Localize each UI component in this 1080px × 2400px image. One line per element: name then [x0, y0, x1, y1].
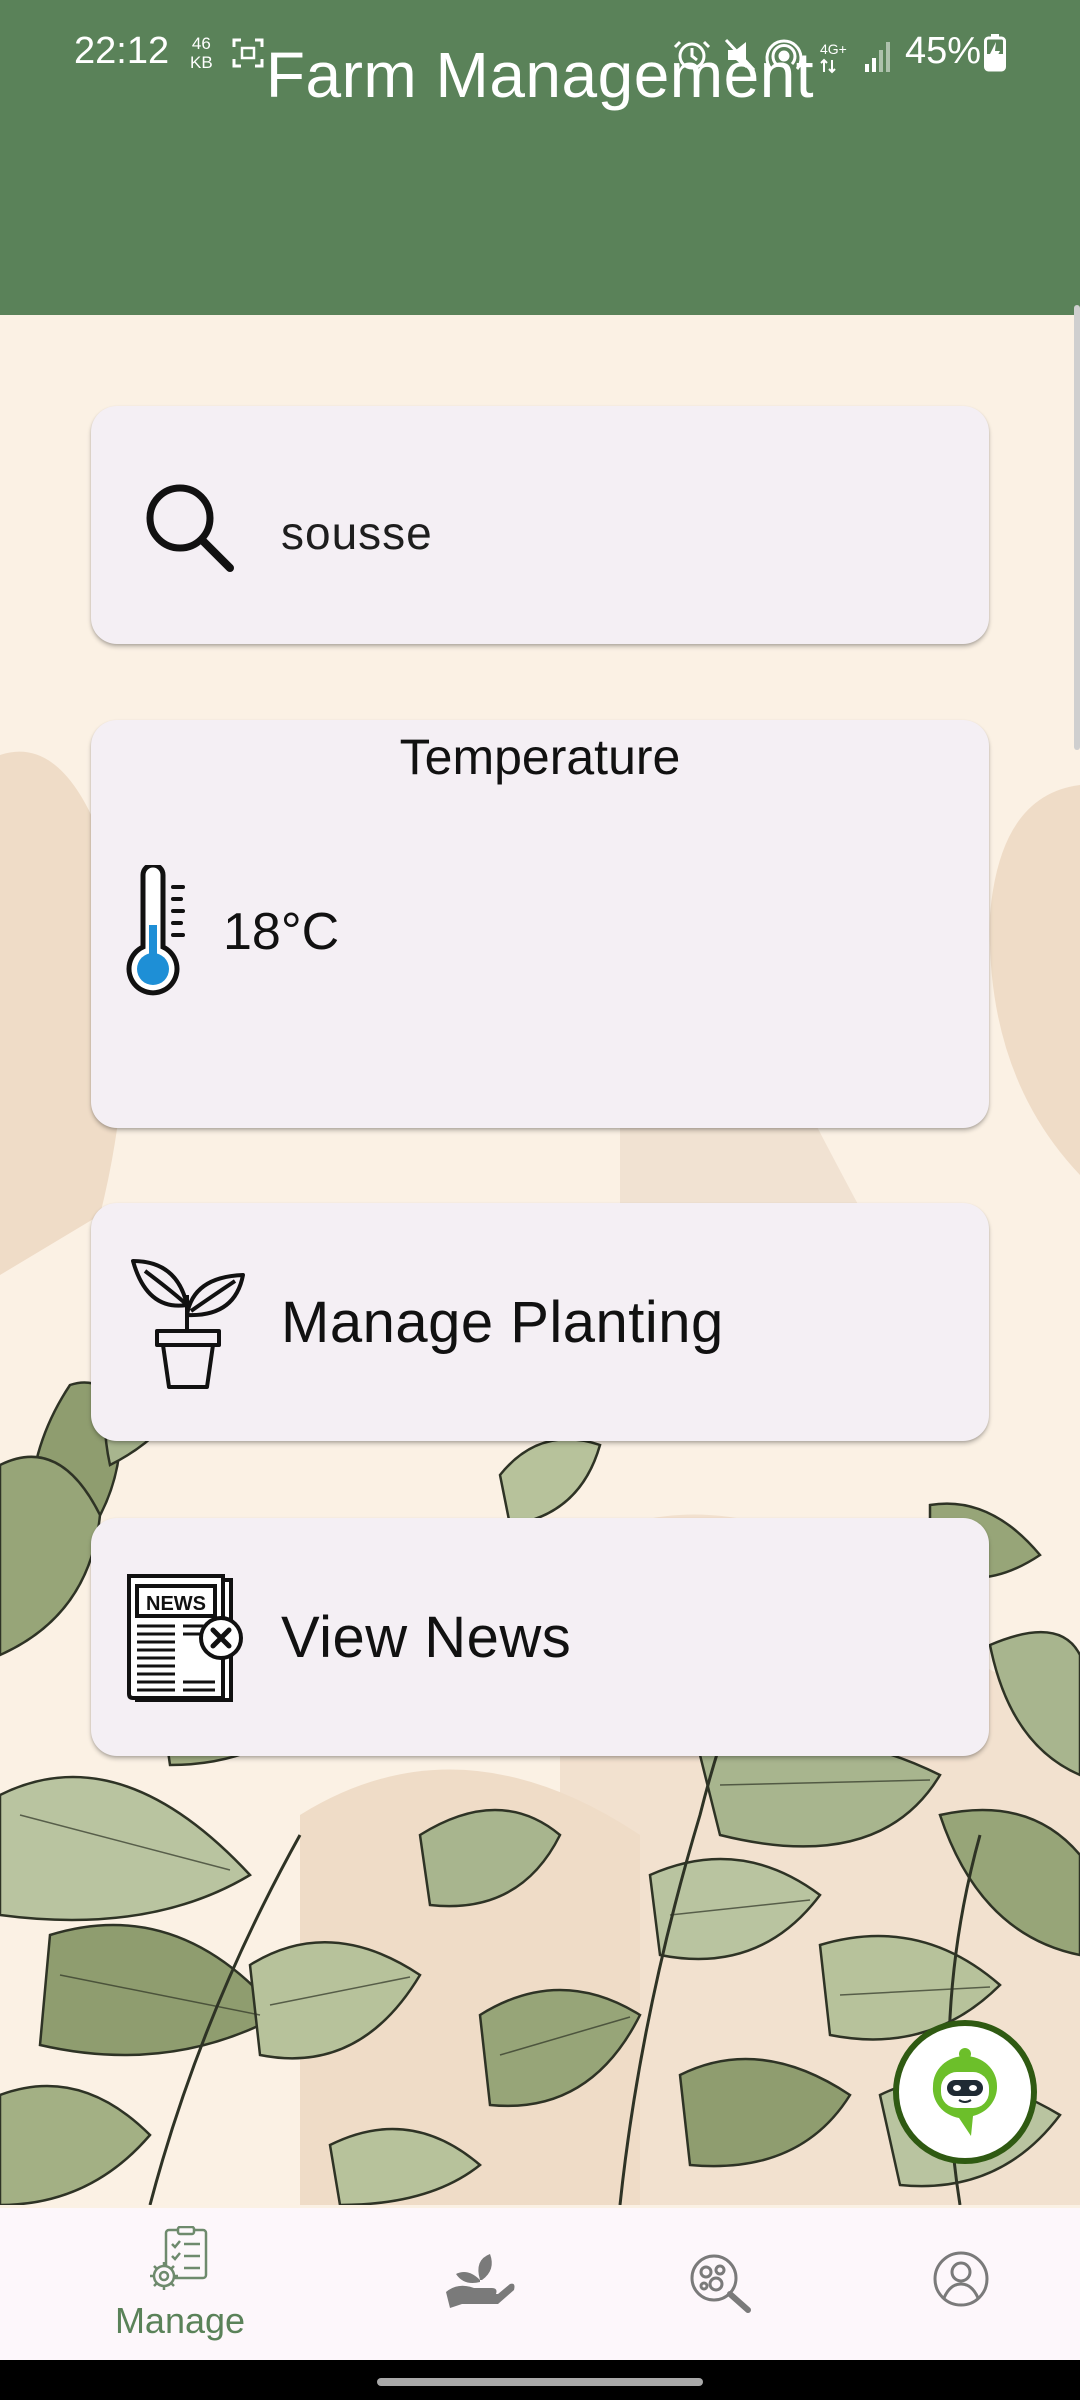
temperature-value: 18°C — [223, 903, 340, 961]
network-type: 4G+ — [820, 41, 847, 57]
thermometer-icon — [126, 865, 185, 996]
search-input[interactable] — [281, 506, 931, 560]
manage-planting-label: Manage Planting — [281, 1290, 724, 1355]
profile-icon — [933, 2251, 989, 2307]
plant-pot-icon — [131, 1259, 245, 1389]
chatbot-icon — [932, 2048, 998, 2136]
search-icon[interactable] — [136, 474, 242, 580]
nav-item-profile[interactable] — [860, 2208, 1060, 2360]
nav-item-planting[interactable] — [380, 2208, 580, 2360]
temperature-title: Temperature — [399, 729, 681, 785]
nav-label-manage: Manage — [114, 2300, 246, 2341]
svg-text:NEWS: NEWS — [146, 1593, 206, 1615]
disease-scan-icon — [690, 2254, 751, 2313]
data-rate: 46 KB — [190, 34, 213, 72]
view-news-button[interactable]: NEWS View News — [91, 1518, 989, 1756]
battery-percent: 45% — [905, 30, 982, 72]
status-icons: 4G+ — [673, 38, 890, 74]
search-card[interactable] — [91, 406, 989, 644]
nav-item-manage[interactable]: Manage — [80, 2208, 280, 2360]
view-news-label: View News — [281, 1605, 572, 1670]
bottom-navigation: Manage — [0, 2208, 1080, 2360]
mute-icon — [724, 38, 756, 72]
alarm-icon — [673, 40, 711, 70]
chatbot-button[interactable] — [893, 2020, 1037, 2164]
battery-charging-icon — [984, 34, 1006, 72]
hotspot-icon — [765, 39, 803, 70]
home-indicator[interactable] — [377, 2378, 703, 2386]
screenshot-icon — [232, 38, 264, 68]
nav-item-disease-scan[interactable] — [620, 2208, 820, 2360]
temperature-card: Temperature 18°C — [91, 720, 989, 1128]
newspaper-icon: NEWS — [127, 1574, 243, 1702]
signal-icon — [865, 42, 890, 72]
manage-planting-button[interactable]: Manage Planting — [91, 1203, 989, 1441]
status-time: 22:12 — [74, 30, 170, 72]
manage-icon — [150, 2226, 208, 2290]
scroll-indicator[interactable] — [1074, 305, 1080, 750]
system-gesture-bar — [0, 2360, 1080, 2400]
plant-hand-icon — [446, 2254, 515, 2308]
status-bar: 22:12 46 KB 4G+ 45% — [0, 0, 1080, 100]
